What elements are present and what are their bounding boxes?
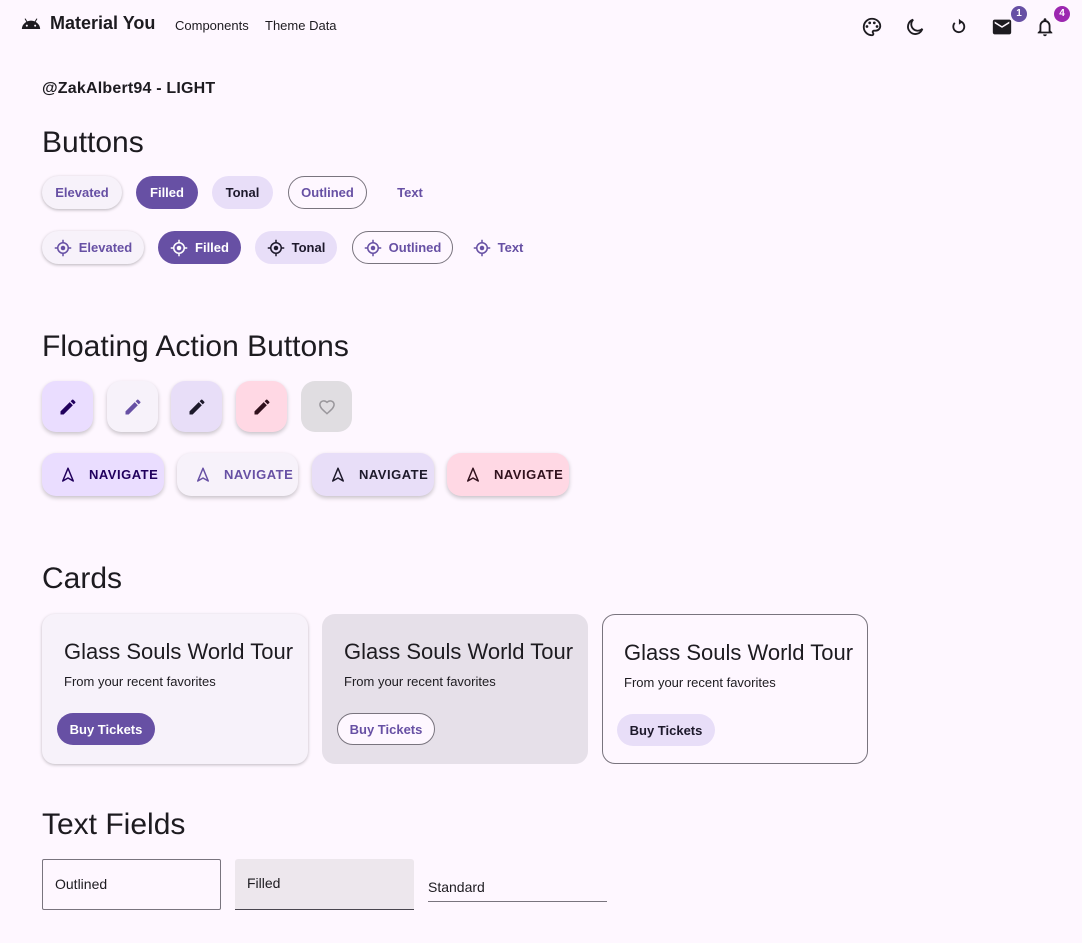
refresh-icon [945, 16, 971, 38]
text-icon-button[interactable]: Text [465, 231, 531, 264]
gps-fixed-icon [473, 239, 490, 256]
dark-mode-button[interactable] [902, 14, 928, 40]
card-title: Glass Souls World Tour [624, 640, 854, 665]
elevated-button[interactable]: Elevated [42, 176, 122, 209]
fab-disabled [301, 381, 352, 432]
filled-icon-button[interactable]: Filled [158, 231, 241, 264]
section-title-text-fields: Text Fields [42, 808, 186, 841]
filled-card: Glass Souls World Tour From your recent … [322, 614, 588, 764]
extended-fab-label: NAVIGATE [359, 467, 429, 482]
card-title: Glass Souls World Tour [64, 639, 294, 664]
tonal-button[interactable]: Tonal [212, 176, 273, 209]
outlined-button[interactable]: Outlined [288, 176, 367, 209]
card-title: Glass Souls World Tour [344, 639, 574, 664]
extended-fab-label: NAVIGATE [89, 467, 159, 482]
notifications-icon [1032, 16, 1058, 38]
edit-icon [125, 398, 141, 414]
extended-fab-tertiary[interactable]: NAVIGATE [447, 453, 569, 496]
extended-fab-label: NAVIGATE [494, 467, 564, 482]
palette-button[interactable] [859, 14, 885, 40]
text-icon-button-label: Text [497, 240, 524, 255]
mail-icon [989, 16, 1015, 38]
card-subtitle: From your recent favorites [624, 675, 776, 690]
fab-surface[interactable] [107, 381, 158, 432]
tonal-icon-button[interactable]: Tonal [255, 231, 337, 264]
gps-fixed-icon [364, 239, 381, 256]
filled-button[interactable]: Filled [136, 176, 198, 209]
tonal-icon-button-label: Tonal [291, 240, 326, 255]
elevated-icon-button-label: Elevated [78, 240, 133, 255]
outlined-text-field[interactable]: Outlined [42, 859, 221, 910]
notifications-button[interactable]: 4 [1032, 6, 1070, 40]
outlined-icon-button[interactable]: Outlined [352, 231, 453, 264]
app-title: Material You [50, 13, 156, 33]
mail-badge: 1 [1011, 6, 1027, 22]
outlined-card: Glass Souls World Tour From your recent … [602, 614, 868, 764]
android-icon [21, 14, 41, 34]
gps-fixed-icon [54, 239, 71, 256]
extended-fab-surface[interactable]: NAVIGATE [177, 453, 298, 496]
text-button[interactable]: Text [381, 176, 439, 209]
app-bar: Material You Components Theme Data 1 4 [0, 0, 1082, 54]
buy-tickets-button[interactable]: Buy Tickets [337, 713, 435, 745]
navigation-icon [62, 467, 74, 482]
refresh-button[interactable] [945, 14, 971, 40]
section-title-cards: Cards [42, 562, 123, 595]
filled-text-field[interactable]: Filled [235, 859, 414, 910]
dark-mode-icon [902, 16, 928, 38]
edit-icon [254, 398, 270, 414]
edit-icon [189, 398, 205, 414]
outlined-field-label: Outlined [55, 876, 108, 892]
nav-theme-data[interactable]: Theme Data [265, 18, 337, 33]
filled-icon-button-label: Filled [195, 240, 229, 255]
navigation-icon [197, 467, 209, 482]
mail-button[interactable]: 1 [989, 6, 1027, 40]
gps-fixed-icon [267, 239, 284, 256]
brand[interactable]: Material You [21, 13, 155, 34]
fab-primary[interactable] [42, 381, 93, 432]
fab-tertiary[interactable] [236, 381, 287, 432]
notifications-badge: 4 [1054, 6, 1070, 22]
buy-tickets-button[interactable]: Buy Tickets [617, 714, 715, 746]
card-subtitle: From your recent favorites [344, 674, 496, 689]
card-subtitle: From your recent favorites [64, 674, 216, 689]
palette-icon [859, 16, 885, 38]
fab-secondary[interactable] [171, 381, 222, 432]
section-title-buttons: Buttons [42, 126, 144, 159]
standard-field-label: Standard [428, 879, 485, 895]
standard-text-field[interactable]: Standard [428, 859, 607, 902]
elevated-card: Glass Souls World Tour From your recent … [42, 614, 308, 764]
outlined-icon-button-label: Outlined [388, 240, 442, 255]
theme-subtitle: @ZakAlbert94 - LIGHT [42, 80, 216, 97]
gps-fixed-icon [170, 239, 188, 256]
edit-icon [60, 398, 76, 414]
favorite-icon [318, 399, 335, 415]
nav-components[interactable]: Components [175, 18, 249, 33]
extended-fab-label: NAVIGATE [224, 467, 294, 482]
extended-fab-secondary[interactable]: NAVIGATE [312, 453, 434, 496]
navigation-icon [467, 467, 479, 482]
section-title-fabs: Floating Action Buttons [42, 330, 349, 363]
extended-fab-primary[interactable]: NAVIGATE [42, 453, 164, 496]
elevated-icon-button[interactable]: Elevated [42, 231, 144, 264]
filled-field-label: Filled [247, 875, 281, 891]
navigation-icon [332, 467, 344, 482]
buy-tickets-button[interactable]: Buy Tickets [57, 713, 155, 745]
